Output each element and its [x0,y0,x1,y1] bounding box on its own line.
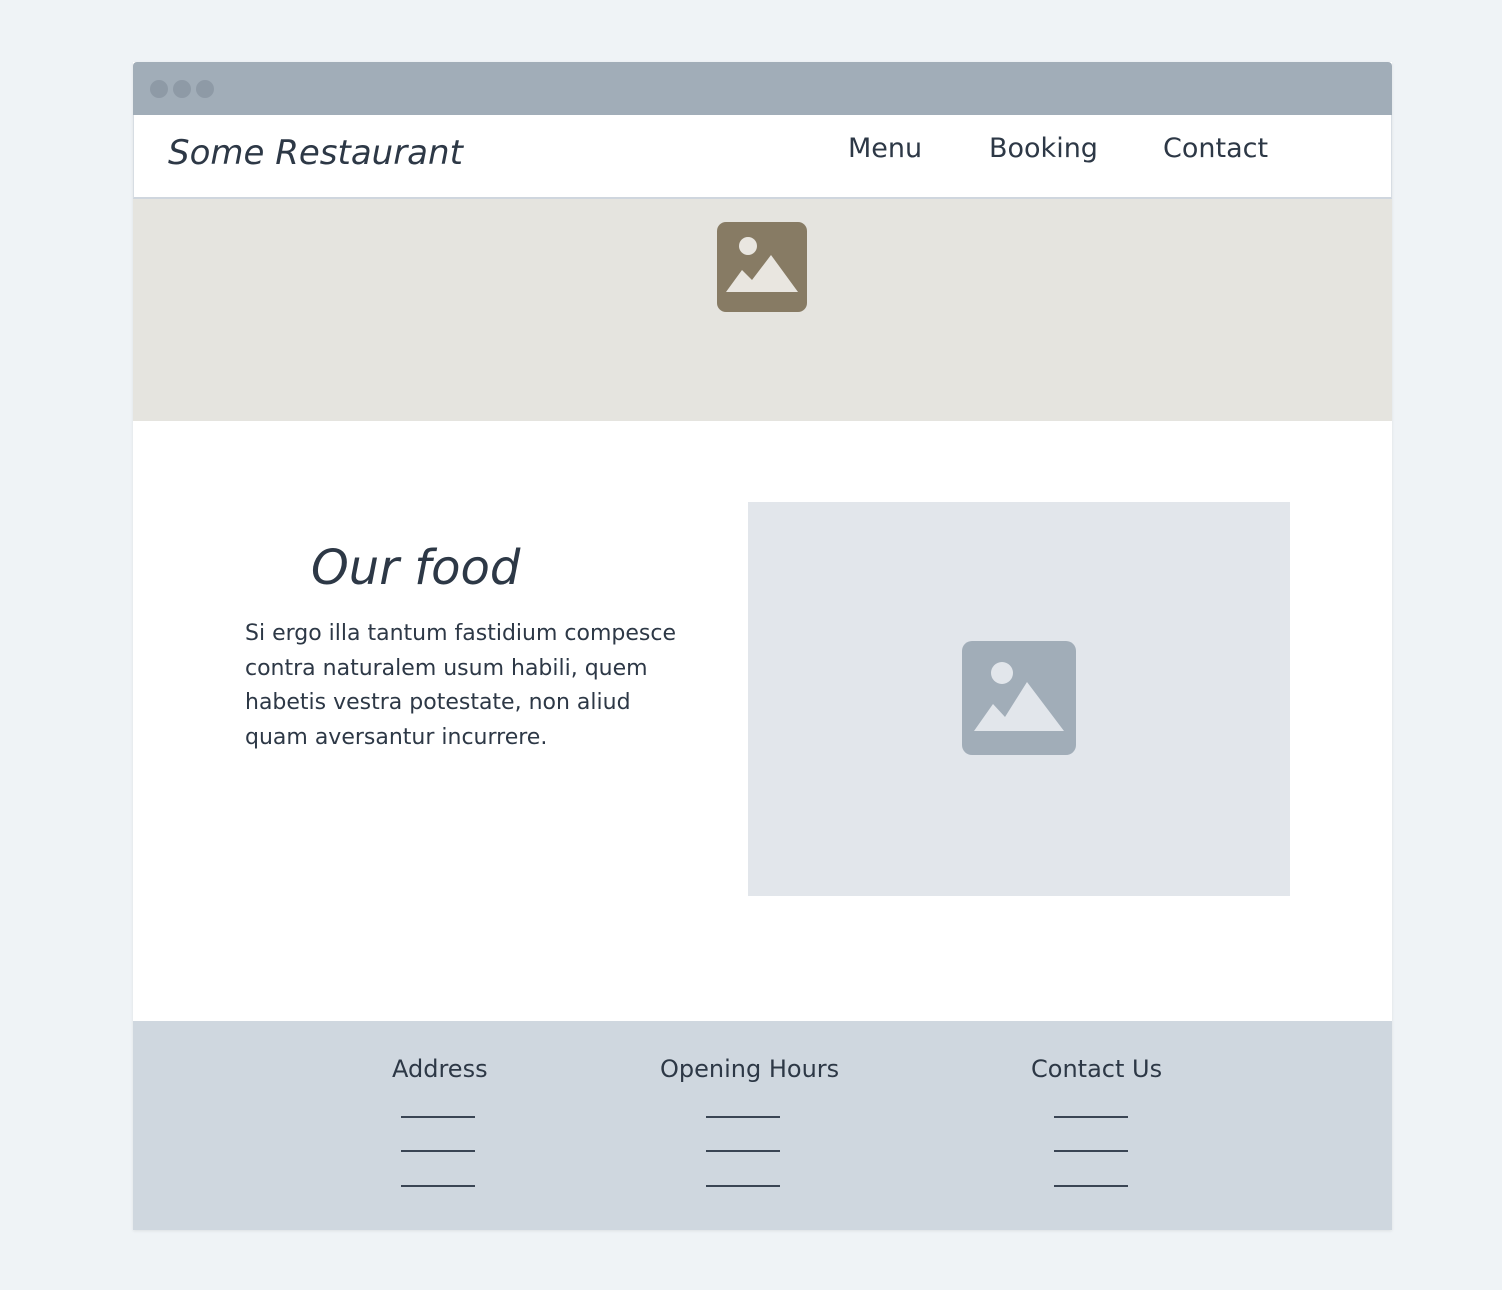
site-brand[interactable]: Some Restaurant [168,133,463,173]
browser-window: Some Restaurant Menu Booking Contact Our… [133,62,1392,1230]
footer-line [401,1150,475,1152]
window-maximize-dot[interactable] [196,80,214,98]
window-minimize-dot[interactable] [173,80,191,98]
footer-line [706,1185,780,1187]
window-close-dot[interactable] [150,80,168,98]
footer-column-contact-us: Contact Us [1031,1055,1163,1187]
footer-heading-opening-hours: Opening Hours [660,1055,840,1083]
nav-link-booking[interactable]: Booking [989,133,1098,164]
footer-heading-address: Address [392,1055,488,1083]
footer-line [1054,1116,1128,1118]
footer-line [706,1150,780,1152]
footer-line [401,1185,475,1187]
footer-line [706,1116,780,1118]
site-navbar: Some Restaurant Menu Booking Contact [133,115,1392,199]
footer-column-address: Address [392,1055,488,1187]
footer-line [1054,1185,1128,1187]
image-placeholder-icon [962,641,1076,755]
footer-line [1054,1150,1128,1152]
footer-column-opening-hours: Opening Hours [660,1055,840,1187]
main-content: Our food Si ergo illa tantum fastidium c… [133,421,1392,1021]
section-title: Our food [311,540,521,596]
footer-line [401,1116,475,1118]
nav-link-menu[interactable]: Menu [848,133,922,164]
hero-banner [133,199,1392,421]
window-titlebar [133,62,1392,115]
footer-heading-contact-us: Contact Us [1031,1055,1163,1083]
food-image [748,502,1290,896]
image-placeholder-icon [717,222,807,312]
nav-link-contact[interactable]: Contact [1163,133,1268,164]
site-footer: Address Opening Hours Contact Us [133,1021,1392,1230]
section-paragraph: Si ergo illa tantum fastidium compesce c… [245,621,676,750]
